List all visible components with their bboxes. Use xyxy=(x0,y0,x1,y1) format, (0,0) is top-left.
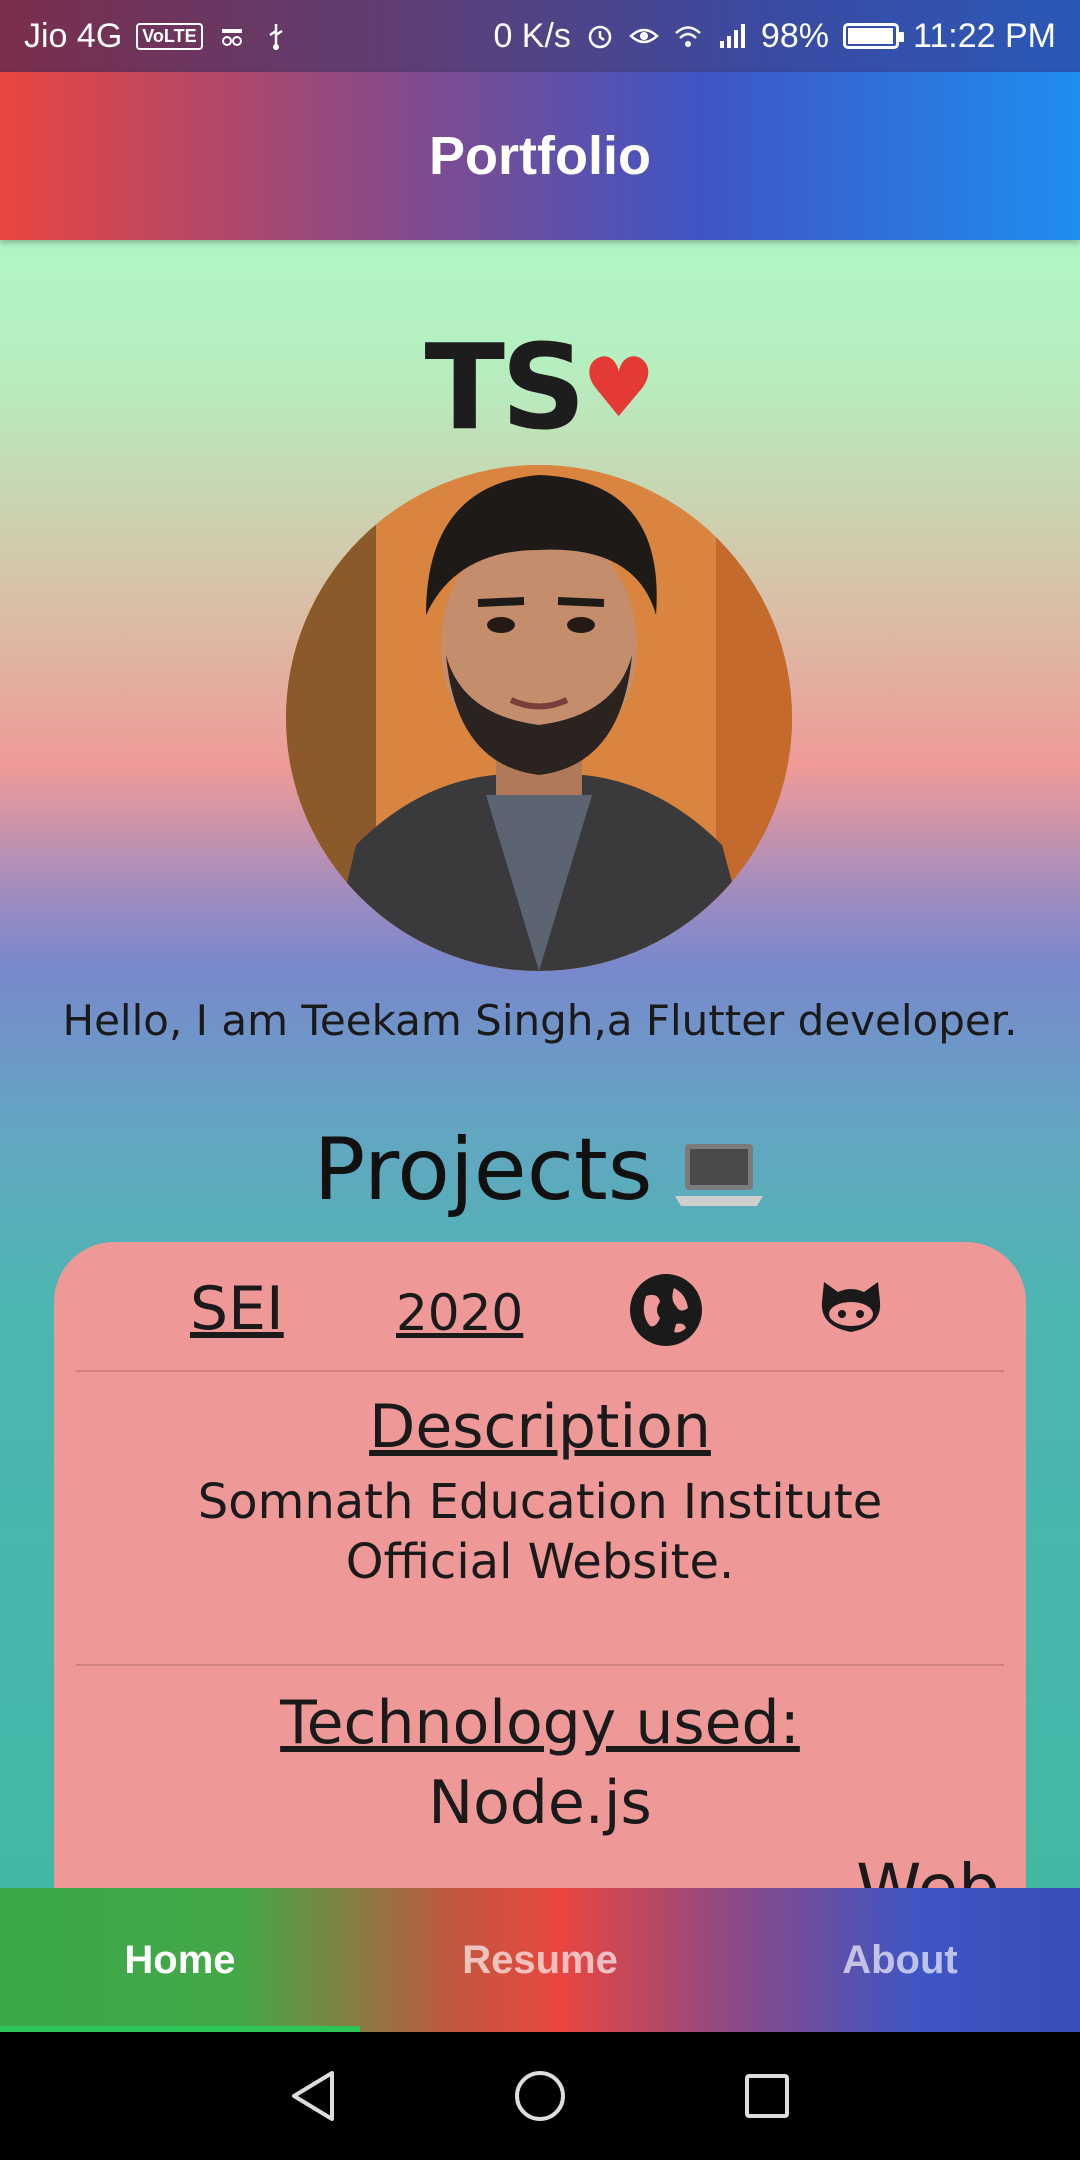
github-icon[interactable] xyxy=(816,1272,886,1342)
project-name: SEI xyxy=(190,1274,284,1344)
project-card[interactable]: SEI 2020 Description Somnath Education I… xyxy=(54,1242,1026,1888)
project-category: Web xyxy=(856,1850,1000,1888)
project-year: 2020 xyxy=(396,1284,524,1342)
recents-square-icon xyxy=(744,2074,789,2118)
carrier-label: Jio 4G xyxy=(24,16,123,55)
app-bar-title: Portfolio xyxy=(429,126,651,186)
nav-resume-label: Resume xyxy=(462,1937,618,1982)
incognito-icon xyxy=(221,29,242,46)
alarm-icon xyxy=(588,25,612,49)
back-button[interactable] xyxy=(283,2066,343,2126)
battery-percent: 98% xyxy=(760,16,829,55)
projects-heading: Projects xyxy=(0,1120,1080,1220)
nav-about[interactable]: About xyxy=(720,1888,1080,2032)
card-divider xyxy=(76,1664,1004,1666)
nav-home[interactable]: Home xyxy=(0,1888,360,2032)
volte-badge: VoLTE xyxy=(136,22,203,50)
description-title: Description xyxy=(369,1392,711,1462)
status-bar-right: 0 K/s 98% 11:22 PM xyxy=(493,17,1056,56)
technology-title: Technology used: xyxy=(280,1688,800,1758)
clock: 11:22 PM xyxy=(912,16,1056,55)
bottom-navigation: Home Resume About xyxy=(0,1888,1080,2032)
home-circle-icon xyxy=(514,2071,565,2121)
logo: TS♥ xyxy=(0,318,1080,456)
globe-icon[interactable] xyxy=(630,1274,702,1346)
system-navigation-bar xyxy=(0,2032,1080,2160)
nav-resume[interactable]: Resume xyxy=(360,1888,720,2032)
signal-icon xyxy=(719,24,745,48)
nav-home-label: Home xyxy=(124,1937,236,1982)
eye-icon xyxy=(629,28,659,44)
recents-button[interactable] xyxy=(737,2066,797,2126)
home-button[interactable] xyxy=(510,2066,570,2126)
profile-avatar xyxy=(286,465,792,971)
description-line-1: Somnath Education Institute xyxy=(197,1474,883,1530)
intro-text: Hello, I am Teekam Singh,a Flutter devel… xyxy=(62,996,1018,1045)
logo-text: TS xyxy=(424,318,586,456)
heart-icon: ♥ xyxy=(581,341,656,436)
profile-photo xyxy=(286,465,792,971)
description-line-2: Official Website. xyxy=(345,1534,735,1590)
technology-value: Node.js xyxy=(428,1768,652,1838)
usb-icon xyxy=(268,24,283,50)
projects-heading-label: Projects xyxy=(313,1120,653,1220)
laptop-icon xyxy=(674,1143,763,1206)
home-content[interactable]: TS♥ Hello, I am Teekam Singh,a Flutter d… xyxy=(0,240,1080,1888)
battery-icon xyxy=(842,23,904,49)
app-bar: Portfolio xyxy=(0,72,1080,240)
project-card-header: SEI 2020 xyxy=(54,1264,1026,1360)
back-triangle-icon xyxy=(292,2071,335,2121)
nav-about-label: About xyxy=(842,1937,958,1982)
wifi-icon xyxy=(675,26,701,47)
network-speed: 0 K/s xyxy=(493,16,571,55)
status-bar-left: Jio 4G VoLTE xyxy=(24,17,291,56)
status-bar: Jio 4G VoLTE 0 K/s 98% 11:22 PM xyxy=(0,0,1080,72)
card-divider xyxy=(76,1370,1004,1372)
